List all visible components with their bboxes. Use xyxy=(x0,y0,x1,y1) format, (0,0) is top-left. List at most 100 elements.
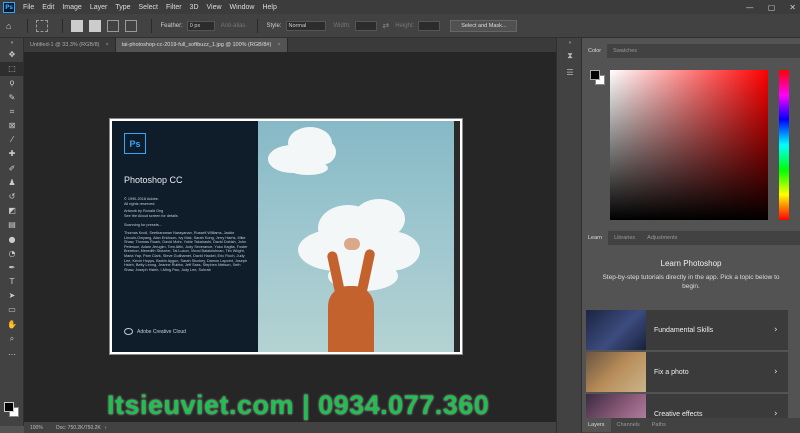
document-image[interactable]: Ps Photoshop CC © 1990-2018 Adobe. All r… xyxy=(109,118,463,355)
path-select-tool-icon[interactable]: ➤ xyxy=(0,289,24,303)
expand-panels-icon[interactable]: « xyxy=(557,38,583,48)
select-and-mask-button[interactable]: Select and Mask... xyxy=(450,19,518,32)
chevron-right-icon: › xyxy=(774,367,778,377)
cloud-shape xyxy=(288,161,328,175)
tab-adjustments[interactable]: Adjustments xyxy=(641,231,683,245)
intersect-selection-icon[interactable] xyxy=(125,19,138,32)
blur-tool-icon[interactable]: ● xyxy=(0,232,24,246)
menu-window[interactable]: Window xyxy=(230,4,255,11)
move-tool-icon[interactable]: ✥ xyxy=(0,48,24,62)
doc-size[interactable]: Doc: 750.2K/750.2K xyxy=(56,425,101,431)
brush-tool-icon[interactable]: ✐ xyxy=(0,162,24,176)
chevron-right-icon[interactable]: › xyxy=(105,425,107,431)
canvas-area[interactable]: Ps Photoshop CC © 1990-2018 Adobe. All r… xyxy=(24,52,556,422)
tutorial-card-creative-effects[interactable]: Creative effects › xyxy=(586,394,788,418)
menu-view[interactable]: View xyxy=(207,4,222,11)
color-picker-field[interactable] xyxy=(610,70,768,220)
chevron-right-icon: › xyxy=(774,325,778,335)
menu-file[interactable]: File xyxy=(23,4,34,11)
learn-title: Learn Photoshop xyxy=(660,259,722,268)
tab-paths[interactable]: Paths xyxy=(646,418,672,432)
chevron-right-icon: › xyxy=(774,409,778,418)
menu-type[interactable]: Type xyxy=(115,4,130,11)
tab-splash-image[interactable]: tai-photoshop-cc-2019-full_softbuzz_1.jp… xyxy=(115,38,288,52)
splash-status: Scanning for presets... xyxy=(124,223,162,227)
close-icon[interactable]: ✕ xyxy=(789,3,796,12)
tab-channels[interactable]: Channels xyxy=(611,418,646,432)
home-icon[interactable]: ⌂ xyxy=(6,21,11,31)
new-selection-icon[interactable] xyxy=(71,19,84,32)
feather-input[interactable]: 0 px xyxy=(186,20,215,31)
eyedropper-tool-icon[interactable]: ⁄ xyxy=(0,133,24,147)
document-tabs: Untitled-1 @ 33.3% (RGB/8) × tai-photosh… xyxy=(24,38,556,52)
shape-tool-icon[interactable]: ▭ xyxy=(0,303,24,317)
hand-tool-icon[interactable]: ✋ xyxy=(0,318,24,332)
menu-help[interactable]: Help xyxy=(262,4,276,11)
splash-credits: Artwork by Ronald Ong See the About scre… xyxy=(124,209,178,218)
tab-layers[interactable]: Layers xyxy=(582,418,611,432)
menu-3d[interactable]: 3D xyxy=(190,4,199,11)
close-tab-icon[interactable]: × xyxy=(105,42,108,48)
learn-description: Step-by-step tutorials directly in the a… xyxy=(602,274,780,290)
height-input[interactable] xyxy=(418,20,441,31)
photoshop-logo-icon: Ps xyxy=(124,133,146,154)
marquee-tool-icon[interactable]: ⬚ xyxy=(0,62,24,77)
tab-untitled-1[interactable]: Untitled-1 @ 33.3% (RGB/8) × xyxy=(24,38,116,52)
creative-cloud-icon xyxy=(124,328,133,335)
lasso-tool-icon[interactable]: ϙ xyxy=(0,76,24,90)
status-bar: 100% Doc: 750.2K/750.2K › xyxy=(24,422,556,433)
minimize-icon[interactable]: — xyxy=(746,3,754,12)
learn-panel: Learn Libraries Adjustments Learn Photos… xyxy=(582,231,800,418)
eraser-tool-icon[interactable]: ◩ xyxy=(0,204,24,218)
hue-slider[interactable] xyxy=(779,70,789,220)
tab-color[interactable]: Color xyxy=(582,44,608,58)
crop-tool-icon[interactable]: ⌗ xyxy=(0,105,24,119)
clone-stamp-tool-icon[interactable]: ♟ xyxy=(0,176,24,190)
menu-image[interactable]: Image xyxy=(62,4,81,11)
add-selection-icon[interactable] xyxy=(89,19,102,32)
tab-libraries[interactable]: Libraries xyxy=(608,231,641,245)
quick-select-tool-icon[interactable]: ✎ xyxy=(0,91,24,105)
more-tools-icon[interactable]: … xyxy=(0,346,24,360)
tutorial-card-fundamental-skills[interactable]: Fundamental Skills › xyxy=(586,310,788,350)
zoom-tool-icon[interactable]: ⌕ xyxy=(0,332,24,346)
rect-marquee-preset-icon[interactable] xyxy=(36,19,49,32)
maximize-icon[interactable]: ▢ xyxy=(768,3,776,12)
foreground-color-swatch[interactable] xyxy=(590,70,600,80)
history-brush-tool-icon[interactable]: ↺ xyxy=(0,190,24,204)
divider xyxy=(257,18,259,33)
type-tool-icon[interactable]: T xyxy=(0,275,24,289)
gradient-tool-icon[interactable]: ▤ xyxy=(0,218,24,232)
menu-edit[interactable]: Edit xyxy=(42,4,54,11)
menu-filter[interactable]: Filter xyxy=(166,4,182,11)
dodge-tool-icon[interactable]: ◔ xyxy=(0,247,24,261)
menu-bar: Ps File Edit Image Layer Type Select Fil… xyxy=(0,0,800,14)
zoom-level[interactable]: 100% xyxy=(30,425,56,431)
tab-label: Untitled-1 @ 33.3% (RGB/8) xyxy=(30,42,100,48)
width-input[interactable] xyxy=(354,20,377,31)
card-label: Fix a photo xyxy=(654,368,689,376)
tab-swatches[interactable]: Swatches xyxy=(607,44,643,58)
history-panel-icon[interactable]: ⧗ xyxy=(557,48,583,64)
tab-learn[interactable]: Learn xyxy=(582,231,609,245)
menu-select[interactable]: Select xyxy=(139,4,158,11)
creative-cloud-logo: Adobe Creative Cloud xyxy=(124,328,186,335)
splash-artwork xyxy=(258,121,454,352)
card-thumbnail xyxy=(586,310,646,350)
menu-layer[interactable]: Layer xyxy=(90,4,108,11)
collapse-toolbox-icon[interactable]: » xyxy=(0,38,24,48)
swap-icon[interactable]: ⇄ xyxy=(383,21,390,30)
style-select[interactable]: Normal xyxy=(285,20,326,31)
foreground-color-swatch[interactable] xyxy=(4,402,14,412)
properties-panel-icon[interactable]: ☰ xyxy=(557,64,583,80)
photoshop-logo-icon[interactable]: Ps xyxy=(3,1,15,13)
subtract-selection-icon[interactable] xyxy=(107,19,120,32)
close-tab-icon[interactable]: × xyxy=(277,42,280,48)
toolbox: » ✥ ⬚ ϙ ✎ ⌗ ⊠ ⁄ ✚ ✐ ♟ ↺ ◩ ▤ ● ◔ ✒ T ➤ ▭ … xyxy=(0,38,24,426)
pen-tool-icon[interactable]: ✒ xyxy=(0,261,24,275)
tutorial-card-fix-photo[interactable]: Fix a photo › xyxy=(586,352,788,392)
frame-tool-icon[interactable]: ⊠ xyxy=(0,119,24,133)
healing-brush-tool-icon[interactable]: ✚ xyxy=(0,147,24,161)
width-label: Width: xyxy=(333,22,351,29)
antialias-checkbox[interactable]: Anti-alias xyxy=(221,23,246,29)
